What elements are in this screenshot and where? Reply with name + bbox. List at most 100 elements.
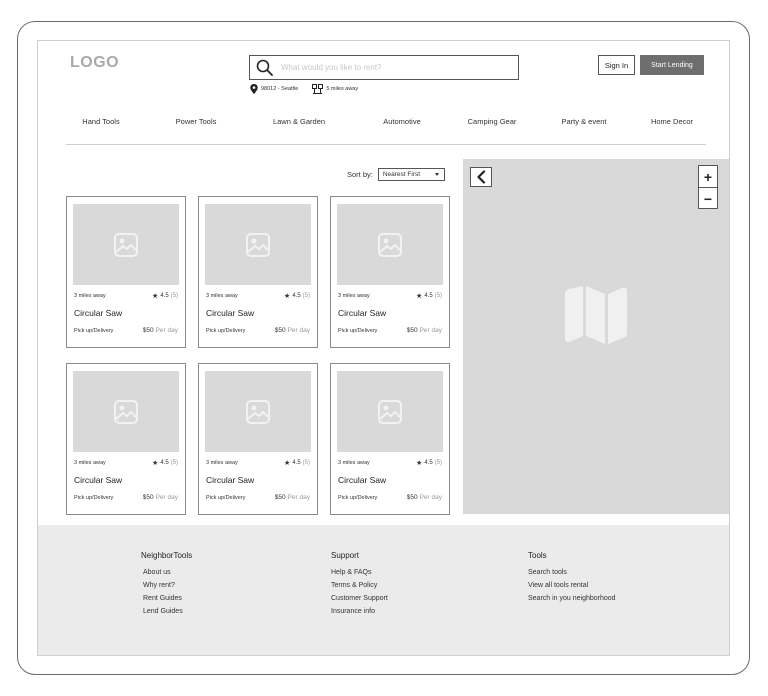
listing-title[interactable]: Circular Saw bbox=[206, 308, 254, 318]
image-placeholder-icon bbox=[114, 232, 138, 257]
rating-value: 4.5 bbox=[292, 293, 301, 299]
price-unit: Per day bbox=[155, 327, 178, 334]
listing-title[interactable]: Circular Saw bbox=[74, 475, 122, 485]
listing-card[interactable]: 3 miles away ★ 4.5 (5) Circular Saw Pick u… bbox=[330, 363, 450, 515]
footer-link[interactable]: Why rent? bbox=[143, 582, 192, 589]
listing-distance: 3 miles away bbox=[338, 460, 370, 466]
footer-col-neighbortools: NeighborTools About us Why rent? Rent Gu… bbox=[141, 551, 192, 621]
footer-link[interactable]: View all tools rental bbox=[528, 582, 616, 589]
nav-item-party-event[interactable]: Party & event bbox=[561, 117, 606, 126]
footer-heading: Tools bbox=[528, 551, 547, 560]
collapse-map-button[interactable] bbox=[470, 167, 492, 187]
listing-card[interactable]: 3 miles away ★ 4.5 (5) Circular Saw Pick u… bbox=[66, 363, 186, 515]
rating-value: 4.5 bbox=[424, 460, 433, 466]
map-panel[interactable]: + − bbox=[463, 159, 729, 514]
footer-col-support: Support Help & FAQs Terms & Policy Custo… bbox=[331, 551, 388, 621]
logo[interactable]: LOGO bbox=[70, 54, 119, 72]
rating-count: (5) bbox=[434, 293, 442, 299]
image-placeholder-icon bbox=[378, 399, 402, 424]
footer-link[interactable]: Terms & Policy bbox=[331, 582, 388, 589]
sign-in-button[interactable]: Sign In bbox=[598, 55, 635, 75]
listing-image bbox=[337, 371, 443, 452]
footer-link[interactable]: Search in you neighborhood bbox=[528, 595, 616, 602]
rating-count: (5) bbox=[434, 460, 442, 466]
nav-item-automotive[interactable]: Automotive bbox=[383, 117, 421, 126]
price-value: $50 bbox=[406, 494, 418, 501]
zoom-in-button[interactable]: + bbox=[699, 166, 717, 188]
rating-count: (5) bbox=[170, 460, 178, 466]
nav-item-lawn-garden[interactable]: Lawn & Garden bbox=[273, 117, 325, 126]
search-input[interactable] bbox=[281, 63, 501, 72]
rating-value: 4.5 bbox=[292, 460, 301, 466]
listing-title[interactable]: Circular Saw bbox=[338, 475, 386, 485]
location-pin-icon bbox=[250, 84, 258, 94]
rating-count: (5) bbox=[302, 460, 310, 466]
price-unit: Per day bbox=[287, 494, 310, 501]
listing-card[interactable]: 3 miles away ★ 4.5 (5) Circular Saw Pick u… bbox=[198, 196, 318, 348]
location-row: 98012 - Seattle 5 miles away bbox=[250, 84, 358, 94]
listing-distance: 3 miles away bbox=[206, 293, 238, 299]
listing-distance: 3 miles away bbox=[338, 293, 370, 299]
listing-distance: 3 miles away bbox=[206, 460, 238, 466]
price-value: $50 bbox=[274, 494, 286, 501]
listing-title[interactable]: Circular Saw bbox=[206, 475, 254, 485]
search-icon bbox=[256, 59, 273, 76]
location-text[interactable]: 98012 - Seattle bbox=[261, 86, 298, 92]
listing-pickup: Pick up/Delivery bbox=[74, 495, 114, 501]
star-icon: ★ bbox=[152, 293, 159, 300]
footer-heading: NeighborTools bbox=[141, 551, 193, 560]
listing-price: $50 Per day bbox=[275, 494, 310, 501]
sort-control: Sort by: Nearest First bbox=[347, 168, 445, 181]
listing-card[interactable]: 3 miles away ★ 4.5 (5) Circular Saw Pick u… bbox=[66, 196, 186, 348]
listing-price: $50 Per day bbox=[407, 494, 442, 501]
listing-rating: ★ 4.5 (5) bbox=[416, 459, 442, 467]
star-icon: ★ bbox=[416, 293, 423, 300]
price-unit: Per day bbox=[155, 494, 178, 501]
listing-distance: 3 miles away bbox=[74, 460, 106, 466]
footer-link[interactable]: Rent Guides bbox=[143, 595, 192, 602]
listing-pickup: Pick up/Delivery bbox=[206, 495, 246, 501]
price-value: $50 bbox=[142, 327, 154, 334]
listing-title[interactable]: Circular Saw bbox=[338, 308, 386, 318]
listing-price: $50 Per day bbox=[407, 327, 442, 334]
zoom-out-button[interactable]: − bbox=[699, 188, 717, 210]
chevron-left-icon bbox=[477, 170, 486, 184]
footer-link[interactable]: Search tools bbox=[528, 569, 616, 576]
listing-title[interactable]: Circular Saw bbox=[74, 308, 122, 318]
star-icon: ★ bbox=[284, 460, 291, 467]
listing-image bbox=[337, 204, 443, 285]
nav-item-home-decor[interactable]: Home Decor bbox=[651, 117, 693, 126]
listing-price: $50 Per day bbox=[143, 494, 178, 501]
footer-link[interactable]: About us bbox=[143, 569, 192, 576]
footer: NeighborTools About us Why rent? Rent Gu… bbox=[38, 525, 729, 655]
image-placeholder-icon bbox=[246, 399, 270, 424]
distance-text[interactable]: 5 miles away bbox=[326, 86, 358, 92]
listing-rating: ★ 4.5 (5) bbox=[416, 292, 442, 300]
listing-image bbox=[73, 204, 179, 285]
search-bar[interactable] bbox=[249, 55, 519, 80]
image-placeholder-icon bbox=[114, 399, 138, 424]
rating-count: (5) bbox=[302, 293, 310, 299]
start-lending-button[interactable]: Start Lending bbox=[640, 55, 704, 75]
listing-pickup: Pick up/Delivery bbox=[206, 328, 246, 334]
footer-link[interactable]: Insurance info bbox=[331, 608, 388, 615]
nav-item-camping-gear[interactable]: Camping Gear bbox=[468, 117, 517, 126]
footer-link[interactable]: Lend Guides bbox=[143, 608, 192, 615]
sort-value: Nearest First bbox=[382, 171, 421, 178]
sort-select[interactable]: Nearest First bbox=[377, 168, 445, 181]
app-screen: LOGO 98012 - Seattle 5 miles away Sign I… bbox=[37, 40, 730, 656]
listing-rating: ★ 4.5 (5) bbox=[284, 459, 310, 467]
footer-link[interactable]: Help & FAQs bbox=[331, 569, 388, 576]
nav-item-power-tools[interactable]: Power Tools bbox=[176, 117, 217, 126]
listing-card[interactable]: 3 miles away ★ 4.5 (5) Circular Saw Pick u… bbox=[330, 196, 450, 348]
footer-link[interactable]: Customer Support bbox=[331, 595, 388, 602]
listing-rating: ★ 4.5 (5) bbox=[284, 292, 310, 300]
star-icon: ★ bbox=[152, 460, 159, 467]
rating-value: 4.5 bbox=[424, 293, 433, 299]
sort-label: Sort by: bbox=[347, 170, 373, 179]
rating-value: 4.5 bbox=[160, 460, 169, 466]
listing-card[interactable]: 3 miles away ★ 4.5 (5) Circular Saw Pick u… bbox=[198, 363, 318, 515]
listing-rating: ★ 4.5 (5) bbox=[152, 292, 178, 300]
nav-item-hand-tools[interactable]: Hand Tools bbox=[82, 117, 119, 126]
rating-count: (5) bbox=[170, 293, 178, 299]
